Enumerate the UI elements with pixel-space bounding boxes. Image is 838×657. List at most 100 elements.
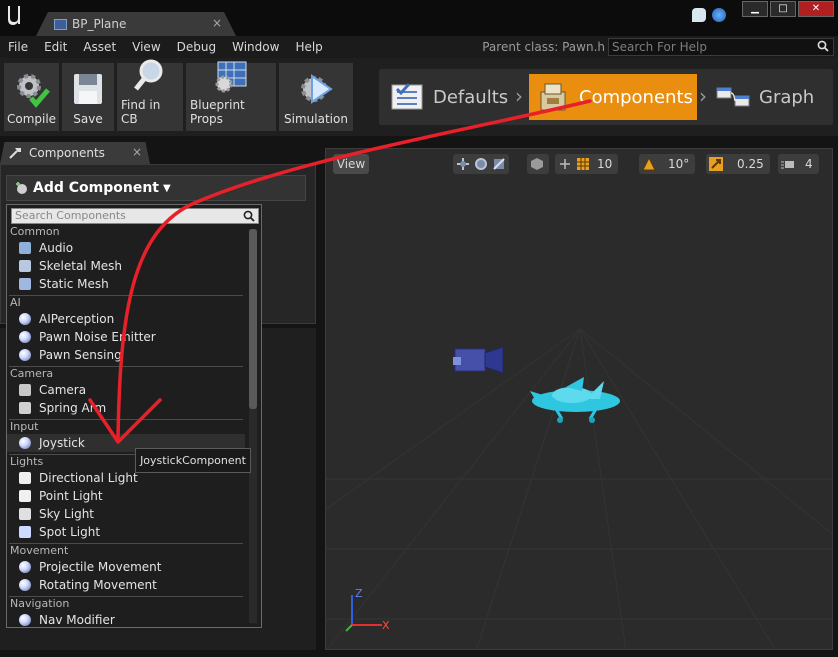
component-item[interactable]: Nav Modifier: [7, 611, 245, 627]
blueprint-props-label: Blueprint Props: [190, 98, 245, 126]
scale-snap-value[interactable]: 0.25: [727, 157, 767, 171]
component-item-label: Projectile Movement: [39, 560, 162, 574]
component-item-label: Spot Light: [39, 525, 101, 539]
component-item[interactable]: Camera: [7, 381, 245, 399]
rotation-snap-icon[interactable]: [642, 157, 656, 171]
component-item[interactable]: Rotating Movement: [7, 576, 245, 594]
simulation-label: Simulation: [284, 112, 348, 126]
tab-close-icon[interactable]: ×: [212, 16, 222, 30]
component-item[interactable]: Point Light: [7, 487, 245, 505]
component-item-label: Camera: [39, 383, 87, 397]
component-item-label: Sky Light: [39, 507, 95, 521]
mode-graph-label: Graph: [759, 86, 815, 108]
translate-icon[interactable]: [456, 157, 470, 171]
sky-light-icon: [19, 508, 31, 520]
components-panel-tab[interactable]: Components ×: [0, 142, 150, 164]
component-item[interactable]: AIPerception: [7, 310, 245, 328]
component-item[interactable]: Skeletal Mesh: [7, 257, 245, 275]
components-tab-label: Components: [29, 146, 105, 160]
surface-snap-icon[interactable]: [558, 157, 572, 171]
title-bar: BP_Plane × ▁ □ ✕: [0, 0, 838, 36]
maximize-button[interactable]: □: [770, 1, 796, 17]
camera-mesh[interactable]: [451, 343, 511, 383]
component-item-label: Joystick: [39, 436, 85, 450]
list-scrollbar[interactable]: [249, 229, 257, 623]
component-item[interactable]: Audio: [7, 239, 245, 257]
mode-components-label: Components: [579, 86, 693, 108]
audio-icon: [19, 242, 31, 254]
grid-snap-icon[interactable]: [576, 157, 590, 171]
mode-separator-icon: ›: [699, 84, 707, 108]
directional-light-icon: [19, 472, 31, 484]
parent-class-label: Parent class: Pawn.h: [482, 40, 605, 54]
component-item[interactable]: Projectile Movement: [7, 558, 245, 576]
component-item-label: AIPerception: [39, 312, 115, 326]
mode-components[interactable]: Components: [529, 74, 697, 120]
component-item-label: Spring Arm: [39, 401, 107, 415]
rotation-snap-value[interactable]: 10°: [660, 157, 692, 171]
component-item[interactable]: Sky Light: [7, 505, 245, 523]
menu-asset[interactable]: Asset: [75, 40, 124, 54]
component-item[interactable]: Spring Arm: [7, 399, 245, 417]
spring-arm-icon: [19, 402, 31, 414]
scale-icon[interactable]: [492, 157, 506, 171]
menu-file[interactable]: File: [0, 40, 36, 54]
component-item[interactable]: Pawn Sensing: [7, 346, 245, 364]
plane-mesh[interactable]: [526, 373, 626, 427]
component-item-label: Pawn Noise Emitter: [39, 330, 156, 344]
view-options-button[interactable]: View: [333, 154, 369, 174]
minimize-button[interactable]: ▁: [742, 1, 768, 17]
component-item[interactable]: Pawn Noise Emitter: [7, 328, 245, 346]
find-in-cb-button[interactable]: Find in CB: [117, 59, 183, 131]
chevron-down-icon: ▼: [163, 182, 171, 194]
category-header: Common: [10, 225, 60, 238]
compile-button[interactable]: Compile: [4, 63, 59, 131]
component-item[interactable]: Spot Light: [7, 523, 245, 541]
source-control-icon[interactable]: [712, 8, 726, 22]
coordinate-system-button[interactable]: [527, 154, 549, 174]
scale-snap-icon[interactable]: [709, 157, 723, 171]
scrollbar-thumb[interactable]: [249, 229, 257, 409]
mode-graph[interactable]: Graph: [715, 74, 827, 120]
hammer-icon: [9, 148, 21, 159]
mode-defaults[interactable]: Defaults: [389, 74, 515, 120]
panel-close-icon[interactable]: ×: [132, 145, 142, 159]
camera-speed-icon[interactable]: [781, 157, 795, 171]
viewport[interactable]: View 10 10° 0.25 4 Z X: [325, 148, 833, 650]
sphere-icon: [19, 561, 31, 573]
grid-snap-value[interactable]: 10: [594, 157, 615, 171]
skeletal-mesh-icon: [19, 260, 31, 272]
camera-speed-value[interactable]: 4: [799, 157, 816, 171]
menu-edit[interactable]: Edit: [36, 40, 75, 54]
close-window-button[interactable]: ✕: [798, 1, 834, 17]
static-mesh-icon: [19, 278, 31, 290]
menu-view[interactable]: View: [124, 40, 168, 54]
search-icon: [817, 40, 829, 52]
save-label: Save: [73, 112, 103, 126]
component-item-label: Skeletal Mesh: [39, 259, 123, 273]
add-component-button[interactable]: Add Component ▼: [6, 175, 306, 201]
menu-help[interactable]: Help: [287, 40, 330, 54]
save-icon: [69, 70, 107, 108]
axis-gizmo-icon: Z X: [345, 587, 390, 632]
world-coordinate-icon: [531, 158, 543, 170]
simulation-button[interactable]: Simulation: [279, 63, 353, 131]
compile-icon: [13, 70, 51, 108]
menu-window[interactable]: Window: [224, 40, 287, 54]
transform-tools: [453, 154, 509, 174]
document-tab[interactable]: BP_Plane ×: [36, 12, 236, 36]
search-components-input[interactable]: Search Components: [11, 208, 259, 224]
category-header: Input: [10, 420, 39, 433]
rotate-icon[interactable]: [474, 157, 488, 171]
camera-icon: [19, 384, 31, 396]
chat-icon[interactable]: [692, 8, 706, 22]
help-search-placeholder: Search For Help: [612, 40, 707, 54]
help-search-input[interactable]: Search For Help: [608, 38, 834, 56]
blueprint-props-button[interactable]: Blueprint Props: [186, 61, 276, 131]
category-header: Movement: [10, 544, 69, 557]
save-button[interactable]: Save: [62, 63, 114, 131]
search-icon: [243, 210, 255, 222]
menu-debug[interactable]: Debug: [169, 40, 224, 54]
component-item[interactable]: Static Mesh: [7, 275, 245, 293]
category-header: Camera: [10, 367, 54, 380]
